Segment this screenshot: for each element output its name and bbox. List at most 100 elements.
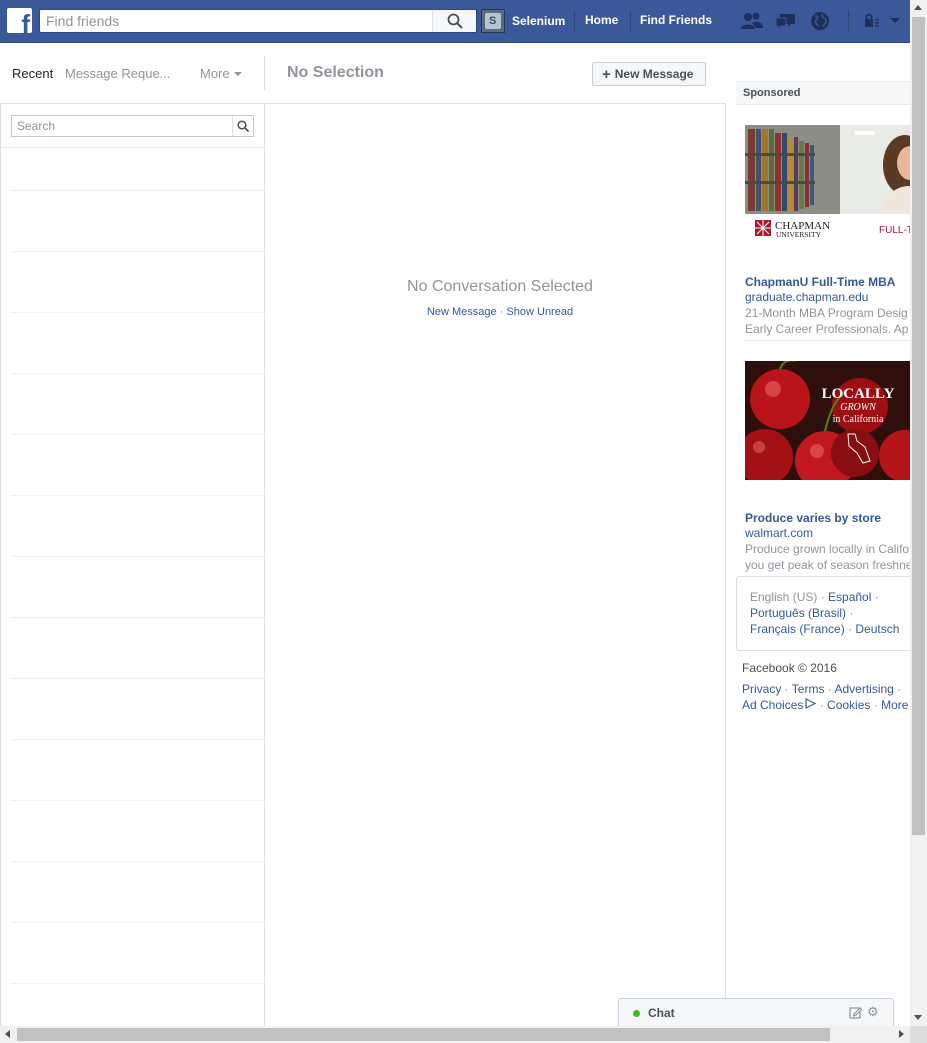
account-menu-caret-icon[interactable]: [888, 11, 902, 31]
vertical-scrollbar-thumb[interactable]: [912, 17, 925, 835]
online-status-dot: [633, 1010, 640, 1017]
plus-icon: +: [602, 65, 611, 83]
new-message-button[interactable]: + New Message: [592, 62, 706, 86]
conversation-search: [11, 115, 254, 137]
sponsored-ad[interactable]: LOCALLY GROWN in California Produce vari…: [745, 361, 910, 573]
avatar: [481, 9, 505, 33]
scroll-left-arrow-icon[interactable]: [5, 1030, 10, 1038]
find-friends-search: [39, 9, 477, 33]
tab-recent[interactable]: Recent: [12, 66, 53, 81]
home-link[interactable]: Home: [585, 13, 618, 27]
language-option[interactable]: Français (France): [750, 622, 845, 636]
list-item[interactable]: [11, 618, 265, 679]
list-item[interactable]: [11, 862, 265, 923]
new-message-link[interactable]: New Message: [427, 306, 497, 318]
ad-image-line3: in California: [833, 414, 884, 425]
compose-icon[interactable]: [849, 1006, 862, 1019]
footer-link-terms[interactable]: Terms: [792, 682, 825, 696]
facebook-logo-icon[interactable]: f: [7, 8, 32, 33]
language-selector: English (US) · Español · Português (Bras…: [736, 576, 910, 651]
show-unread-link[interactable]: Show Unread: [506, 306, 573, 318]
ad-title[interactable]: ChapmanU Full-Time MBA: [745, 275, 910, 289]
list-item[interactable]: [11, 801, 265, 862]
chevron-down-icon: [233, 72, 242, 76]
sponsored-ad[interactable]: CHAPMAN UNIVERSITY FULL-T ChapmanU Full-…: [745, 125, 910, 337]
footer-link-cookies[interactable]: Cookies: [827, 698, 870, 712]
list-item[interactable]: [11, 374, 265, 435]
gear-icon[interactable]: ⚙: [867, 1005, 879, 1018]
list-item[interactable]: [11, 679, 265, 740]
language-option[interactable]: Português (Brasil): [750, 606, 846, 620]
ad-description-line: you get peak of season freshne: [745, 558, 910, 572]
messages-header: Recent Message Reque... More No Selectio…: [0, 43, 726, 104]
empty-state-links: New Message · Show Unread: [265, 306, 735, 318]
conversation-search-area: [1, 104, 265, 148]
scroll-right-arrow-icon[interactable]: [899, 1030, 904, 1038]
chat-bar[interactable]: Chat ⚙: [618, 998, 894, 1026]
chat-label: Chat: [648, 1006, 675, 1020]
list-item[interactable]: [11, 435, 265, 496]
vertical-scrollbar[interactable]: [910, 0, 927, 1026]
nav-divider: [848, 10, 849, 32]
header-divider: [264, 56, 265, 90]
tab-more-label: More: [200, 66, 230, 81]
ad-logo-line2: UNIVERSITY: [776, 230, 822, 239]
ad-url[interactable]: graduate.chapman.edu: [745, 290, 910, 304]
ad-side-text: FULL-T: [879, 225, 910, 236]
horizontal-scrollbar[interactable]: [0, 1026, 910, 1043]
list-item[interactable]: [11, 984, 265, 1026]
find-friends-link[interactable]: Find Friends: [640, 13, 712, 27]
messages-icon[interactable]: [774, 11, 798, 31]
ad-image-line1: LOCALLY: [822, 386, 895, 402]
new-message-label: New Message: [614, 67, 694, 81]
tab-more[interactable]: More: [200, 66, 242, 81]
search-icon: [447, 13, 463, 29]
nav-divider: [630, 10, 631, 32]
list-item[interactable]: [11, 923, 265, 984]
scroll-up-arrow-icon[interactable]: [914, 5, 922, 10]
ad-image-chapman[interactable]: CHAPMAN UNIVERSITY FULL-T: [745, 125, 910, 244]
conversation-search-input[interactable]: [12, 116, 232, 136]
logo-letter: f: [21, 9, 30, 33]
footer-link-privacy[interactable]: Privacy: [742, 682, 781, 696]
top-navigation-bar: f Selenium Home Find Friends: [0, 0, 910, 43]
friend-requests-icon[interactable]: [740, 11, 764, 31]
empty-state-title: No Conversation Selected: [407, 278, 593, 295]
footer-link-ad-choices[interactable]: Ad Choices: [742, 698, 817, 712]
profile-name: Selenium: [512, 14, 566, 28]
search-icon: [237, 120, 249, 132]
conversation-search-button[interactable]: [232, 116, 253, 136]
ad-image-cherries[interactable]: LOCALLY GROWN in California: [745, 361, 910, 480]
scroll-down-arrow-icon[interactable]: [914, 1015, 922, 1020]
horizontal-scrollbar-thumb[interactable]: [17, 1028, 830, 1041]
profile-link[interactable]: Selenium: [481, 9, 565, 33]
copyright: Facebook © 2016: [742, 661, 837, 675]
footer-link-more[interactable]: More: [881, 698, 908, 712]
conversation-title: No Selection: [287, 64, 384, 81]
footer-link-advertising[interactable]: Advertising: [834, 682, 893, 696]
language-option[interactable]: Deutsch: [855, 622, 899, 636]
ad-description-line: Early Career Professionals. Ap: [745, 322, 909, 336]
footer-links: Privacy · Terms · Advertising · Ad Choic…: [742, 682, 909, 712]
scrollbar-corner: [910, 1026, 927, 1043]
list-item[interactable]: [11, 148, 265, 191]
list-item[interactable]: [11, 740, 265, 801]
page-viewport: f Selenium Home Find Friends: [0, 0, 910, 1026]
list-item[interactable]: [11, 252, 265, 313]
link-separator: ·: [499, 306, 504, 318]
tab-message-requests[interactable]: Message Reque...: [65, 66, 171, 81]
list-item[interactable]: [11, 557, 265, 618]
ad-url[interactable]: walmart.com: [745, 526, 910, 540]
list-item[interactable]: [11, 313, 265, 374]
list-item[interactable]: [11, 191, 265, 252]
privacy-shortcuts-icon[interactable]: [862, 11, 886, 31]
sponsored-header: Sponsored: [736, 81, 910, 105]
ad-title[interactable]: Produce varies by store: [745, 511, 910, 525]
notifications-globe-icon[interactable]: [808, 11, 832, 31]
search-button[interactable]: [432, 10, 476, 32]
ad-choices-label: Ad Choices: [742, 698, 804, 712]
language-option[interactable]: Español: [828, 590, 871, 604]
ad-image-line2: GROWN: [840, 402, 877, 413]
find-friends-input[interactable]: [40, 10, 432, 32]
list-item[interactable]: [11, 496, 265, 557]
